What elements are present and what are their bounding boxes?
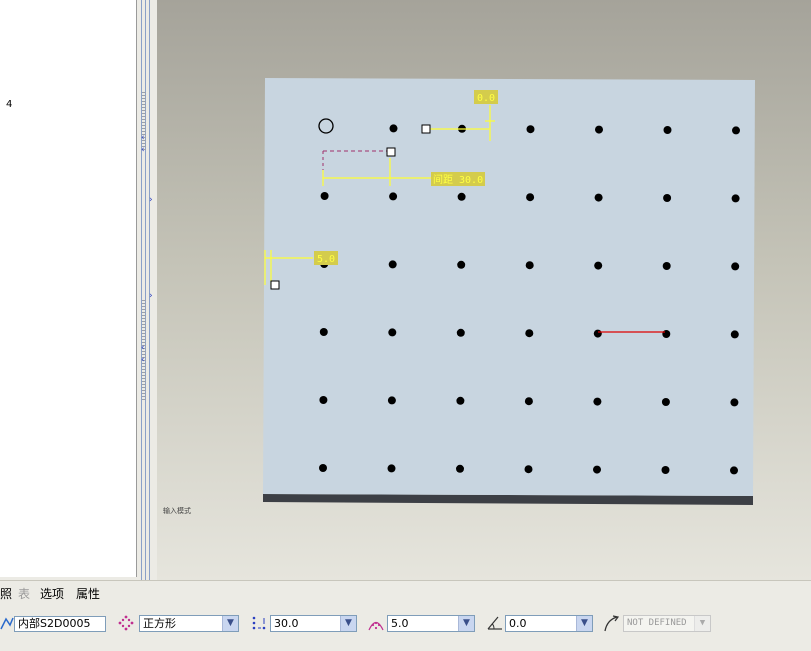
panel-splitter[interactable]: ‹ ‹ › › ‹ ‹	[137, 0, 157, 580]
pattern-point[interactable]	[593, 465, 601, 474]
tree-item-label[interactable]: 4	[6, 99, 12, 110]
pattern-point[interactable]	[457, 192, 466, 201]
pattern-point[interactable]	[663, 194, 672, 202]
pattern-point[interactable]	[526, 125, 535, 134]
angle-value: 0.0	[509, 617, 527, 630]
splitter-rail	[141, 0, 146, 580]
chevron-down-icon: ▼	[694, 616, 710, 631]
pattern-point[interactable]	[661, 398, 670, 406]
edge-offset-select[interactable]: 5.0 ▼	[387, 615, 475, 632]
pattern-point[interactable]	[388, 328, 397, 337]
pattern-type-value: 正方形	[143, 617, 176, 630]
pattern-point[interactable]	[525, 329, 534, 338]
edge-offset-value: 5.0	[391, 617, 409, 630]
dimension-top[interactable]: 0.0	[477, 93, 495, 104]
drag-handle[interactable]	[386, 147, 396, 157]
status-hint: 输入模式	[163, 507, 191, 515]
pattern-point[interactable]	[662, 330, 671, 338]
chevron-down-icon[interactable]: ▼	[576, 616, 592, 631]
graphics-window[interactable]: 0.0 间距 30.0 5.0 输入模式	[157, 0, 811, 580]
spacing-select[interactable]: 30.0 ▼	[270, 615, 357, 632]
edge-offset-icon	[368, 621, 384, 631]
splitter-rail-inner	[149, 0, 152, 580]
pattern-point[interactable]	[320, 192, 329, 200]
pattern-point[interactable]	[661, 466, 670, 474]
pattern-point[interactable]	[662, 262, 671, 270]
collapse-arrow-icon[interactable]: ‹	[141, 343, 145, 353]
chevron-down-icon[interactable]: ▼	[458, 616, 474, 631]
pattern-point[interactable]	[387, 396, 396, 405]
pattern-point[interactable]	[663, 126, 672, 134]
collapse-arrow-icon[interactable]: ‹	[141, 133, 145, 143]
pattern-point[interactable]	[730, 330, 739, 339]
angle-icon	[487, 616, 502, 630]
collapse-arrow-icon[interactable]: ‹	[141, 145, 145, 155]
pattern-point[interactable]	[388, 260, 397, 269]
reference-value: NOT DEFINED	[627, 618, 687, 628]
model-tree-panel[interactable]: 4	[0, 0, 137, 577]
reference-select: NOT DEFINED ▼	[623, 615, 711, 632]
pattern-type-select[interactable]: 正方形 ▼	[139, 615, 239, 632]
pattern-dashboard: 内部S2D0005 正方形 ▼ 30.0 ▼ 5.0 ▼ 0.0 ▼ NOT D…	[0, 606, 811, 651]
pattern-point[interactable]	[730, 398, 739, 407]
tab-reference[interactable]: 照	[0, 585, 12, 602]
expand-arrow-icon[interactable]: ›	[149, 291, 153, 301]
pattern-point[interactable]	[731, 262, 740, 271]
tab-table: 表	[18, 587, 31, 601]
pattern-point[interactable]	[319, 464, 327, 472]
pattern-point[interactable]	[593, 329, 602, 338]
pattern-point[interactable]	[524, 397, 533, 406]
pattern-point[interactable]	[525, 261, 534, 270]
model-view[interactable]: 0.0 间距 30.0 5.0	[157, 0, 811, 580]
tab-properties[interactable]: 属性	[76, 585, 100, 602]
pattern-point[interactable]	[595, 125, 603, 134]
pattern-point[interactable]	[593, 397, 602, 406]
dimension-left[interactable]: 5.0	[317, 254, 335, 265]
dimension-spacing[interactable]: 间距 30.0	[433, 173, 483, 186]
pattern-point[interactable]	[456, 396, 465, 405]
pattern-point[interactable]	[456, 328, 465, 337]
dashboard-tabs: 照 表 选项 属性	[0, 580, 811, 607]
pattern-point[interactable]	[319, 396, 328, 404]
pattern-point[interactable]	[389, 124, 398, 133]
pattern-point[interactable]	[457, 260, 466, 269]
tab-options[interactable]: 选项	[40, 585, 64, 602]
pattern-point[interactable]	[730, 466, 738, 475]
pattern-point[interactable]	[731, 194, 740, 203]
angle-select[interactable]: 0.0 ▼	[505, 615, 593, 632]
chevron-down-icon[interactable]: ▼	[222, 616, 238, 631]
pattern-point[interactable]	[524, 465, 533, 474]
pattern-point[interactable]	[387, 464, 396, 473]
pattern-point[interactable]	[456, 464, 464, 473]
chevron-down-icon[interactable]: ▼	[340, 616, 356, 631]
pattern-point[interactable]	[732, 126, 740, 135]
pattern-point[interactable]	[526, 193, 535, 202]
internal-sketch-field[interactable]: 内部S2D0005	[14, 616, 106, 632]
collapse-arrow-icon[interactable]: ‹	[141, 355, 145, 365]
spacing-icon	[252, 616, 266, 630]
drag-handle[interactable]	[421, 124, 431, 134]
expand-arrow-icon[interactable]: ›	[149, 195, 153, 205]
sheet-panel[interactable]	[263, 78, 755, 496]
pattern-point[interactable]	[594, 193, 603, 202]
pattern-point[interactable]	[319, 328, 328, 336]
drag-handle[interactable]	[270, 280, 280, 290]
pattern-point[interactable]	[594, 261, 603, 270]
reference-curve-icon	[604, 615, 620, 632]
pattern-type-icon	[118, 615, 134, 631]
pattern-point[interactable]	[389, 192, 398, 201]
spacing-value: 30.0	[274, 617, 299, 630]
